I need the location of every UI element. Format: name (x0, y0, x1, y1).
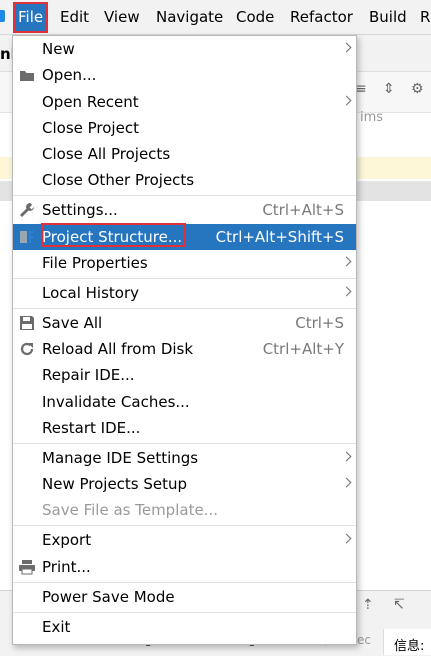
menu-item-label: Open... (42, 66, 97, 84)
menu-item-invalidate-caches[interactable]: Invalidate Caches... (13, 389, 356, 415)
menu-separator (13, 195, 356, 196)
menu-item-power-save-mode[interactable]: Power Save Mode (13, 584, 356, 610)
menu-item-open[interactable]: Open... (13, 62, 356, 88)
menu-item-label: Save All (42, 314, 103, 332)
project-structure-icon (18, 224, 36, 250)
submenu-arrow-icon (341, 256, 352, 267)
menu-separator (13, 278, 356, 279)
menu-code[interactable]: Code (236, 0, 274, 34)
menu-item-save-file-as-template: Save File as Template... (13, 497, 356, 523)
shortcut-label: Ctrl+Alt+Shift+S (215, 228, 344, 246)
menu-build[interactable]: Build (369, 0, 407, 34)
menu-item-label: Restart IDE... (42, 419, 141, 437)
menu-item-label: Exit (42, 618, 71, 636)
menu-view[interactable]: View (104, 0, 140, 34)
menu-item-label: Close Other Projects (42, 171, 195, 189)
menu-item-open-recent[interactable]: Open Recent (13, 89, 356, 115)
submenu-arrow-icon (341, 451, 352, 462)
menu-item-manage-ide-settings[interactable]: Manage IDE Settings (13, 445, 356, 471)
menu-separator (13, 612, 356, 613)
menu-navigate[interactable]: Navigate (156, 0, 223, 34)
menu-item-save-all[interactable]: Save All Ctrl+S (13, 310, 356, 336)
menu-item-label: File Properties (42, 254, 148, 272)
menu-item-close-other-projects[interactable]: Close Other Projects (13, 167, 356, 193)
submenu-arrow-icon (341, 533, 352, 544)
menu-item-repair-ide[interactable]: Repair IDE... (13, 362, 356, 388)
menu-item-label: New (42, 40, 75, 58)
menu-item-label: Export (42, 531, 92, 549)
printer-icon (18, 554, 36, 580)
wrench-icon (18, 197, 36, 223)
menu-item-label: Open Recent (42, 93, 139, 111)
menu-item-print[interactable]: Print... (13, 554, 356, 580)
menu-item-label: Manage IDE Settings (42, 449, 199, 467)
menu-item-label: Settings... (42, 201, 118, 219)
menu-item-settings[interactable]: Settings... Ctrl+Alt+S (13, 197, 356, 223)
menu-edit[interactable]: Edit (60, 0, 89, 34)
shortcut-label: Ctrl+Alt+S (262, 201, 344, 219)
shortcut-label: Ctrl+Alt+Y (262, 340, 344, 358)
menu-item-label: Power Save Mode (42, 588, 175, 606)
menu-item-export[interactable]: Export (13, 527, 356, 553)
console-info-label: 信息: (394, 639, 425, 654)
shortcut-label: Ctrl+S (295, 314, 344, 332)
menu-separator (13, 582, 356, 583)
menu-file[interactable]: File (12, 2, 49, 33)
scroll-up-icon[interactable]: ⇡ (362, 597, 374, 613)
menu-item-close-all-projects[interactable]: Close All Projects (13, 141, 356, 167)
folder-icon (18, 62, 36, 88)
menu-item-label: New Projects Setup (42, 475, 188, 493)
menu-item-restart-ide[interactable]: Restart IDE... (13, 415, 356, 441)
file-menu-dropdown: New Open... Open Recent Close Project Cl… (12, 35, 357, 645)
menu-run[interactable]: R (420, 0, 430, 34)
menu-item-file-properties[interactable]: File Properties (13, 250, 356, 276)
menu-separator (13, 525, 356, 526)
menu-item-new[interactable]: New (13, 36, 356, 62)
menu-separator (13, 443, 356, 444)
menu-item-project-structure[interactable]: Project Structure... Ctrl+Alt+Shift+S (13, 223, 356, 250)
menu-item-label: Reload All from Disk (42, 340, 194, 358)
app-logo-icon (0, 10, 5, 22)
menu-item-label: Close Project (42, 119, 139, 137)
menu-separator (13, 308, 356, 309)
expand-icon[interactable]: ⇕ (383, 81, 395, 97)
menu-bar: File Edit View Navigate Code Refactor Bu… (0, 0, 431, 35)
menu-refactor[interactable]: Refactor (290, 0, 353, 34)
menu-item-label: Local History (42, 284, 140, 302)
submenu-arrow-icon (341, 42, 352, 53)
menu-item-local-history[interactable]: Local History (13, 280, 356, 306)
menu-item-label: Project Structure... (42, 228, 183, 246)
restore-icon[interactable]: ↸ (393, 597, 405, 613)
menu-item-label: Close All Projects (42, 145, 171, 163)
menu-item-exit[interactable]: Exit (13, 614, 356, 640)
menu-item-label: Invalidate Caches... (42, 393, 190, 411)
submenu-arrow-icon (341, 286, 352, 297)
save-icon (18, 310, 36, 336)
submenu-arrow-icon (341, 95, 352, 106)
settings-icon[interactable]: ⚙ (411, 81, 424, 97)
menu-item-new-projects-setup[interactable]: New Projects Setup (13, 471, 356, 497)
menu-item-close-project[interactable]: Close Project (13, 115, 356, 141)
reload-icon (18, 336, 36, 362)
menu-item-label: Print... (42, 558, 91, 576)
menu-item-reload-all-from-disk[interactable]: Reload All from Disk Ctrl+Alt+Y (13, 336, 356, 362)
menu-item-label: Repair IDE... (42, 366, 135, 384)
submenu-arrow-icon (341, 477, 352, 488)
menu-item-label: Save File as Template... (42, 501, 218, 519)
editor-text-fragment: ims (360, 110, 384, 125)
